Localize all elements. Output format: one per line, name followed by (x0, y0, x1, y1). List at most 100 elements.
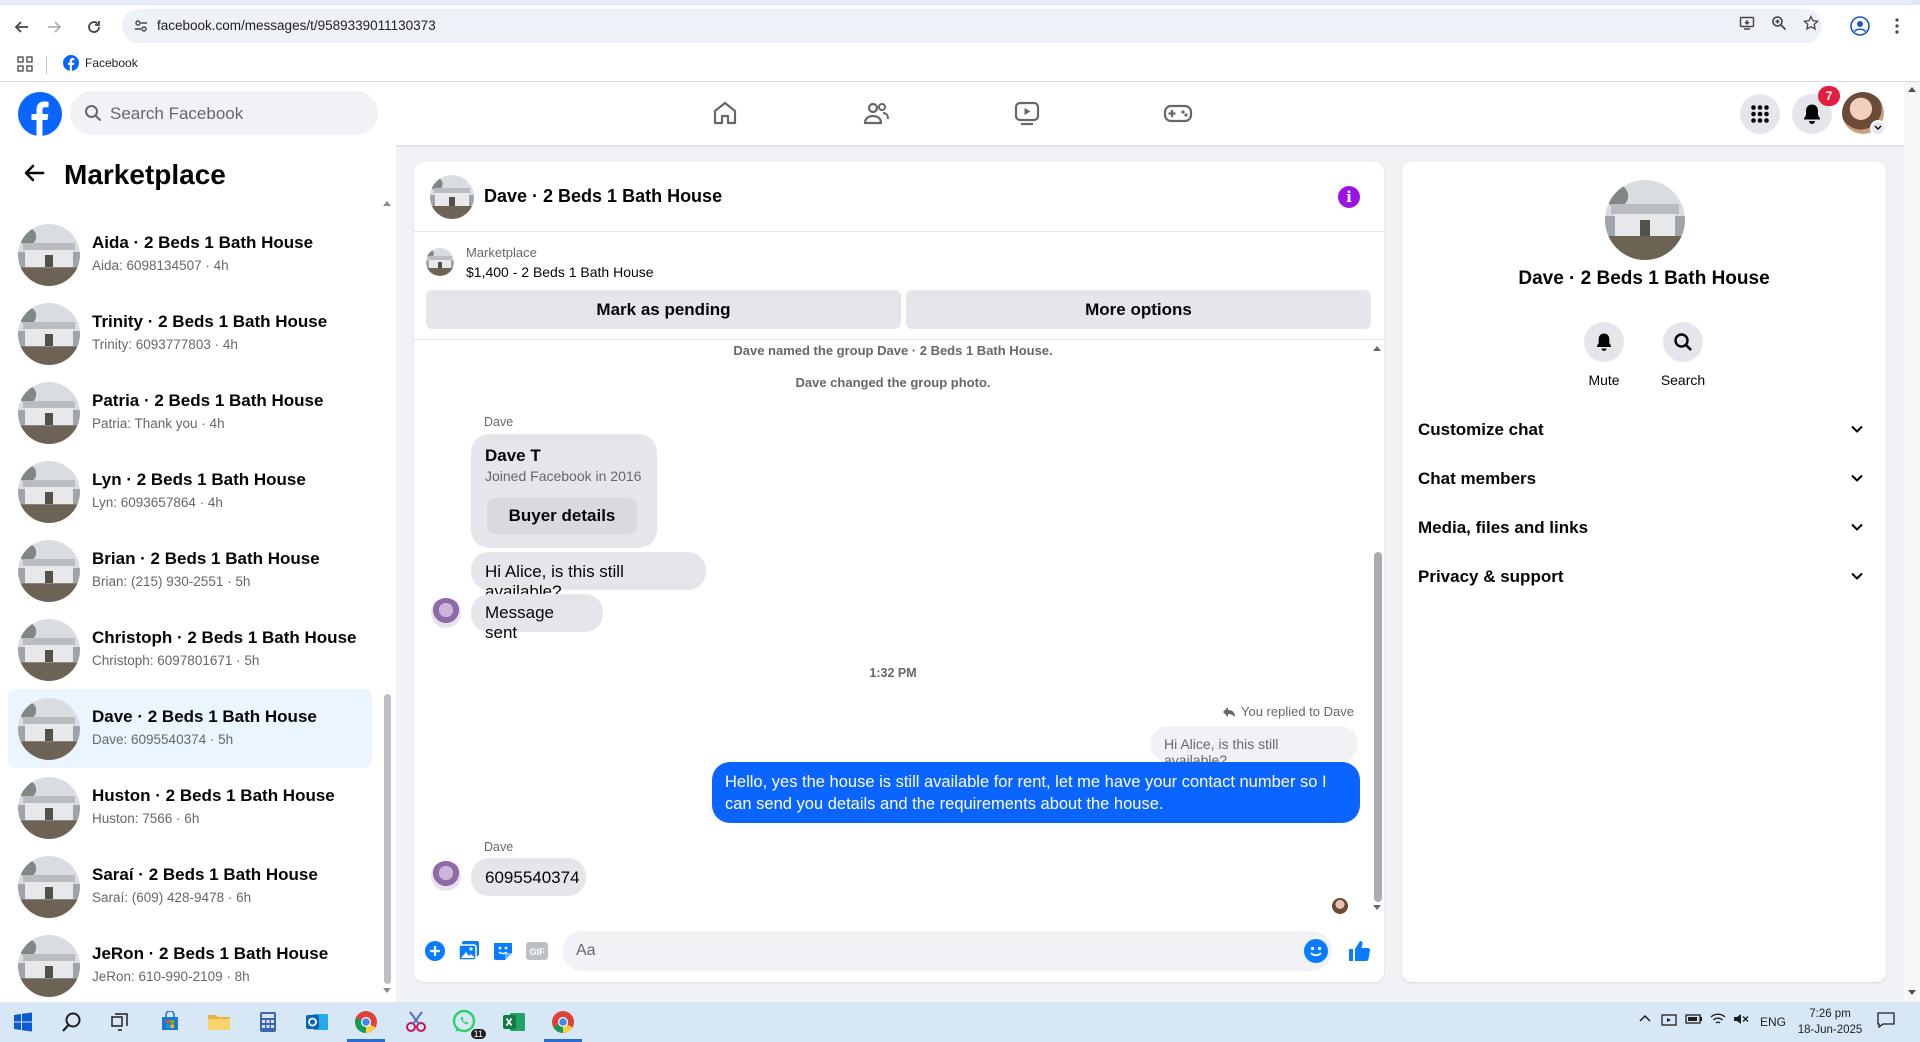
meet-now-icon[interactable] (1661, 1013, 1677, 1030)
conversation-item[interactable]: Dave · 2 Beds 1 Bath House Dave: 60955403… (8, 689, 372, 768)
conversation-item[interactable]: JeRon · 2 Beds 1 Bath House JeRon: 610-99… (8, 926, 372, 1005)
quoted-message[interactable]: Hi Alice, is this still available? (1150, 726, 1358, 768)
taskbar-clock[interactable]: 7:26 pm 18-Jun-2025 (1790, 1006, 1870, 1038)
reply-indicator: You replied to Dave (1222, 704, 1354, 719)
buyer-details-button[interactable]: Buyer details (487, 498, 637, 534)
conversation-item[interactable]: Saraí · 2 Beds 1 Bath House Saraí: (609) … (8, 847, 372, 926)
whatsapp-badge: 11 (470, 1029, 486, 1039)
message-bubble[interactable]: Hi Alice, is this still available? (471, 552, 706, 601)
mark-as-pending-button[interactable]: Mark as pending (426, 290, 901, 329)
conversation-item[interactable]: Aida · 2 Beds 1 Bath House Aida: 60981345… (8, 215, 372, 294)
conversation-item[interactable]: Patria · 2 Beds 1 Bath House Patria: Than… (8, 373, 372, 452)
message-bubble[interactable]: Message sent (471, 594, 603, 642)
chrome-icon[interactable] (349, 1007, 383, 1037)
video-icon[interactable] (1011, 97, 1043, 129)
reload-icon[interactable] (82, 15, 106, 39)
install-app-icon[interactable] (1738, 14, 1756, 32)
facebook-search-input[interactable]: Search Facebook (70, 91, 378, 135)
details-section[interactable]: Privacy & support (1418, 557, 1870, 597)
calculator-icon[interactable] (251, 1007, 285, 1037)
search-icon (1663, 322, 1703, 362)
notification-center-icon[interactable] (1877, 1012, 1895, 1031)
page-scrollbar[interactable] (1904, 82, 1920, 1002)
battery-icon[interactable] (1685, 1013, 1703, 1028)
chat-panel: Dave · 2 Beds 1 Bath House i Marketplace… (414, 162, 1384, 982)
url-text[interactable]: facebook.com/messages/t/9589339011130373 (157, 18, 436, 33)
task-view-icon[interactable] (103, 1007, 137, 1037)
forward-icon[interactable] (42, 15, 66, 39)
dave-avatar[interactable] (431, 598, 461, 628)
back-icon[interactable] (10, 15, 34, 39)
page-scroll-down-icon[interactable] (1908, 990, 1916, 995)
mute-button[interactable]: Mute (1564, 322, 1644, 388)
emoji-icon[interactable] (1304, 939, 1328, 963)
message-bubble[interactable]: 6095540374 (471, 858, 586, 896)
apps-grid-icon[interactable] (17, 56, 33, 77)
wifi-icon[interactable] (1710, 1012, 1726, 1029)
gif-icon[interactable]: GIF (524, 938, 550, 964)
details-section[interactable]: Media, files and links (1418, 508, 1870, 548)
sidebar-scroll-up-icon[interactable] (383, 201, 391, 206)
conversation-item[interactable]: Christoph · 2 Beds 1 Bath House Christoph… (8, 610, 372, 689)
bookmark-facebook[interactable]: Facebook (63, 55, 138, 71)
address-bar[interactable]: facebook.com/messages/t/9589339011130373 (122, 9, 1822, 43)
message-input[interactable]: Aa (562, 931, 1332, 971)
windows-start-icon[interactable] (6, 1007, 40, 1037)
chat-scroll-thumb[interactable] (1374, 552, 1382, 902)
snipping-tool-icon[interactable] (399, 1007, 433, 1037)
plus-circle-icon[interactable] (422, 938, 448, 964)
details-group-photo[interactable] (1605, 180, 1685, 260)
details-section[interactable]: Chat members (1418, 459, 1870, 499)
whatsapp-icon[interactable]: 11 (448, 1007, 486, 1039)
reply-note: You replied to Dave (1241, 704, 1354, 719)
conversation-item[interactable]: Brian · 2 Beds 1 Bath House Brian: (215) … (8, 531, 372, 610)
language-indicator[interactable]: ENG (1760, 1015, 1786, 1029)
search-in-chat-button[interactable]: Search (1643, 322, 1723, 388)
sidebar-scroll-thumb[interactable] (384, 694, 391, 984)
account-chevron-down-icon[interactable] (1870, 120, 1886, 136)
seen-receipt-avatar (1332, 898, 1348, 914)
friends-icon[interactable] (860, 97, 892, 129)
sender-name: Dave (484, 415, 514, 429)
sticker-icon[interactable] (490, 938, 516, 964)
sidebar-scroll-down-icon[interactable] (383, 988, 391, 993)
chrome-profile-icon[interactable] (546, 1007, 580, 1037)
browser-profile-icon[interactable] (1849, 15, 1871, 37)
chat-scroll-down-icon[interactable] (1373, 905, 1381, 910)
bookmark-star-icon[interactable] (1802, 14, 1820, 32)
microsoft-store-icon[interactable] (153, 1007, 187, 1037)
chat-title[interactable]: Dave · 2 Beds 1 Bath House (484, 186, 722, 207)
dave-avatar[interactable] (431, 861, 461, 891)
excel-icon[interactable] (497, 1007, 531, 1037)
conversation-item[interactable]: Huston · 2 Beds 1 Bath House Huston: 7566… (8, 768, 372, 847)
more-options-button[interactable]: More options (906, 290, 1371, 329)
file-explorer-icon[interactable] (202, 1007, 236, 1037)
browser-menu-icon[interactable] (1886, 15, 1908, 37)
back-arrow-icon[interactable] (22, 161, 46, 190)
gaming-icon[interactable] (1162, 97, 1194, 129)
page-scroll-up-icon[interactable] (1908, 87, 1916, 92)
facebook-logo-icon[interactable] (18, 92, 62, 136)
chat-scroll-up-icon[interactable] (1373, 346, 1381, 351)
outgoing-message[interactable]: Hello, yes the house is still available … (712, 762, 1360, 823)
like-thumbs-up-icon[interactable] (1346, 938, 1372, 964)
listing-summary[interactable]: Marketplace $1,400 - 2 Beds 1 Bath House (426, 242, 1376, 282)
menu-grid-button[interactable] (1740, 94, 1780, 134)
conversation-item[interactable]: Trinity · 2 Beds 1 Bath House Trinity: 60… (8, 294, 372, 373)
info-icon[interactable]: i (1338, 186, 1360, 208)
volume-muted-icon[interactable] (1733, 1012, 1749, 1029)
outlook-icon[interactable] (300, 1007, 334, 1037)
clock-date: 18-Jun-2025 (1797, 1024, 1863, 1036)
conversation-photo (18, 303, 80, 365)
home-icon[interactable] (709, 97, 741, 129)
chat-group-photo[interactable] (430, 175, 474, 219)
zoom-icon[interactable] (1770, 14, 1788, 32)
tray-overflow-chevron-icon[interactable] (1638, 1012, 1652, 1029)
details-section[interactable]: Customize chat (1418, 410, 1870, 450)
photo-icon[interactable] (456, 938, 482, 964)
details-section-label: Customize chat (1418, 420, 1544, 439)
details-section-label: Privacy & support (1418, 567, 1564, 586)
site-info-icon[interactable] (134, 19, 148, 38)
taskbar-search-icon[interactable] (55, 1007, 89, 1037)
conversation-item[interactable]: Lyn · 2 Beds 1 Bath House Lyn: 6093657864… (8, 452, 372, 531)
